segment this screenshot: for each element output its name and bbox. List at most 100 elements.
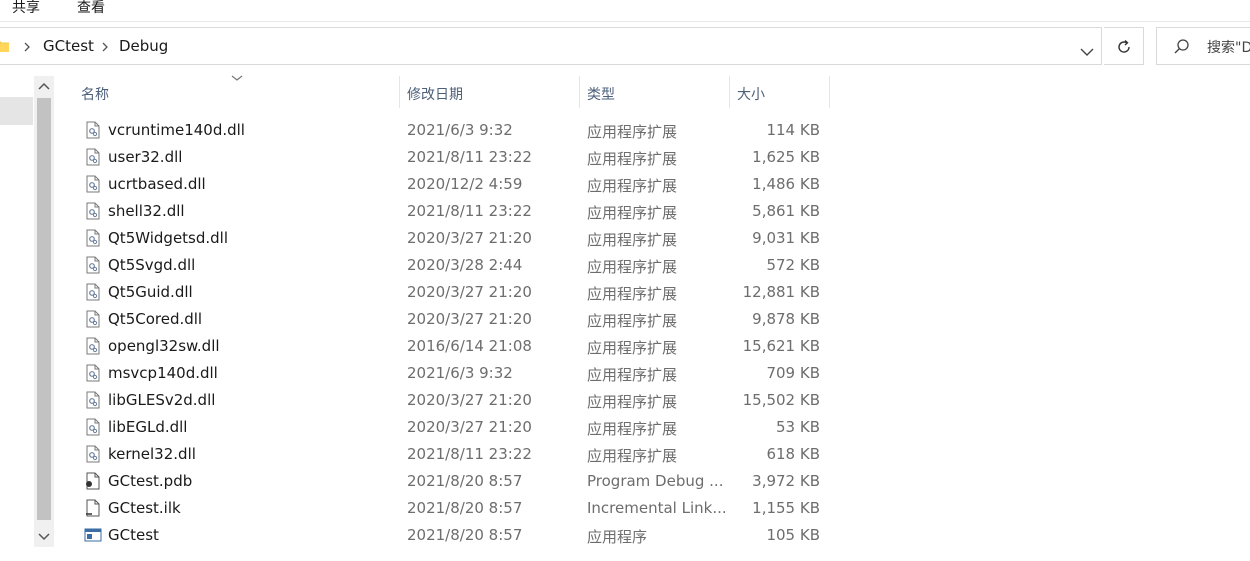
file-name[interactable]: opengl32sw.dll	[108, 337, 220, 355]
file-date: 2020/3/27 21:20	[407, 310, 532, 328]
file-date: 2020/3/27 21:20	[407, 391, 532, 409]
file-row[interactable]: msvcp140d.dll 2021/6/3 9:32 应用程序扩展 709 KB	[54, 360, 1250, 387]
file-size: 114 KB	[766, 121, 820, 139]
file-row[interactable]: vcruntime140d.dll 2021/6/3 9:32 应用程序扩展 114 …	[54, 117, 1250, 144]
file-size: 53 KB	[776, 418, 820, 436]
file-size: 572 KB	[766, 256, 820, 274]
chevron-right-icon[interactable]	[101, 41, 109, 53]
column-header-row: 名称 修改日期 类型 大小	[54, 75, 1250, 108]
file-row[interactable]: Qt5Cored.dll 2020/3/27 21:20 应用程序扩展 9,878 K…	[54, 306, 1250, 333]
file-date: 2021/8/20 8:57	[407, 499, 523, 517]
file-date: 2020/3/27 21:20	[407, 283, 532, 301]
column-divider[interactable]	[729, 76, 730, 108]
file-date: 2021/6/3 9:32	[407, 364, 513, 382]
file-row[interactable]: Qt5Svgd.dll 2020/3/28 2:44 应用程序扩展 572 KB	[54, 252, 1250, 279]
file-type: 应用程序扩展	[587, 177, 678, 195]
file-size: 12,881 KB	[742, 283, 820, 301]
navigation-pane[interactable]	[0, 76, 36, 561]
scrollbar-thumb[interactable]	[37, 98, 51, 520]
file-row[interactable]: shell32.dll 2021/8/11 23:22 应用程序扩展 5,861 KB	[54, 198, 1250, 225]
file-name[interactable]: msvcp140d.dll	[108, 364, 218, 382]
file-type: 应用程序扩展	[587, 420, 678, 438]
exe-file-icon	[84, 526, 102, 544]
file-date: 2016/6/14 21:08	[407, 337, 532, 355]
file-type: 应用程序扩展	[587, 366, 678, 384]
tab-share[interactable]: 共享	[12, 0, 40, 17]
file-name[interactable]: kernel32.dll	[108, 445, 196, 463]
tab-view[interactable]: 查看	[77, 0, 105, 17]
column-type[interactable]: 类型	[587, 76, 729, 108]
file-row[interactable]: Qt5Guid.dll 2020/3/27 21:20 应用程序扩展 12,881 K…	[54, 279, 1250, 306]
file-name[interactable]: Qt5Cored.dll	[108, 310, 202, 328]
file-type: 应用程序扩展	[587, 204, 678, 222]
file-type: 应用程序扩展	[587, 150, 678, 168]
chevron-right-icon[interactable]	[23, 41, 31, 53]
generic-file-icon	[84, 499, 102, 517]
file-row[interactable]: kernel32.dll 2021/8/11 23:22 应用程序扩展 618 KB	[54, 441, 1250, 468]
file-size: 1,625 KB	[752, 148, 820, 166]
file-name[interactable]: shell32.dll	[108, 202, 185, 220]
dll-file-icon	[84, 256, 102, 274]
address-bar[interactable]: GCtest Debug	[0, 27, 1102, 65]
dll-file-icon	[84, 445, 102, 463]
dll-file-icon	[84, 418, 102, 436]
column-divider[interactable]	[829, 76, 830, 108]
file-type: 应用程序扩展	[587, 339, 678, 357]
file-name[interactable]: GCtest	[108, 526, 159, 544]
file-row[interactable]: ucrtbased.dll 2020/12/2 4:59 应用程序扩展 1,486 K…	[54, 171, 1250, 198]
dll-file-icon	[84, 175, 102, 193]
file-row[interactable]: GCtest.ilk 2021/8/20 8:57 Incremental Link…	[54, 495, 1250, 522]
dll-file-icon	[84, 202, 102, 220]
breadcrumb-gctest[interactable]: GCtest	[43, 37, 94, 55]
scroll-up-icon[interactable]	[34, 76, 54, 98]
file-name[interactable]: vcruntime140d.dll	[108, 121, 245, 139]
file-date: 2021/8/20 8:57	[407, 472, 523, 490]
file-date: 2020/3/27 21:20	[407, 418, 532, 436]
dll-file-icon	[84, 364, 102, 382]
file-size: 3,972 KB	[752, 472, 820, 490]
file-name[interactable]: user32.dll	[108, 148, 182, 166]
file-name[interactable]: GCtest.ilk	[108, 499, 181, 517]
search-placeholder: 搜索"D	[1207, 40, 1250, 56]
breadcrumb-debug[interactable]: Debug	[119, 37, 168, 55]
file-type: 应用程序扩展	[587, 123, 678, 141]
search-input[interactable]: 搜索"D	[1156, 27, 1250, 65]
column-divider[interactable]	[399, 76, 400, 108]
file-name[interactable]: Qt5Widgetsd.dll	[108, 229, 228, 247]
file-name[interactable]: libGLESv2d.dll	[108, 391, 215, 409]
nav-scrollbar[interactable]	[34, 76, 54, 547]
dll-file-icon	[84, 148, 102, 166]
file-row[interactable]: user32.dll 2021/8/11 23:22 应用程序扩展 1,625 KB	[54, 144, 1250, 171]
file-size: 9,878 KB	[752, 310, 820, 328]
nav-selected-item[interactable]	[0, 97, 33, 125]
file-type: 应用程序扩展	[587, 231, 678, 249]
file-row[interactable]: libGLESv2d.dll 2020/3/27 21:20 应用程序扩展 15,50…	[54, 387, 1250, 414]
chevron-down-icon[interactable]	[1074, 34, 1100, 70]
file-name[interactable]: Qt5Svgd.dll	[108, 256, 195, 274]
file-type: 应用程序扩展	[587, 312, 678, 330]
file-type: 应用程序扩展	[587, 258, 678, 276]
column-date[interactable]: 修改日期	[407, 76, 579, 108]
refresh-button[interactable]	[1104, 27, 1144, 65]
column-name[interactable]: 名称	[81, 76, 399, 108]
address-row: GCtest Debug 搜索"D	[0, 22, 1250, 70]
file-name[interactable]: GCtest.pdb	[108, 472, 192, 490]
file-type: Incremental Link...	[587, 499, 727, 517]
file-row[interactable]: opengl32sw.dll 2016/6/14 21:08 应用程序扩展 15,62…	[54, 333, 1250, 360]
file-size: 15,502 KB	[742, 391, 820, 409]
file-row[interactable]: Qt5Widgetsd.dll 2020/3/27 21:20 应用程序扩展 9,03…	[54, 225, 1250, 252]
column-divider[interactable]	[579, 76, 580, 108]
file-name[interactable]: ucrtbased.dll	[108, 175, 206, 193]
file-date: 2021/8/11 23:22	[407, 202, 532, 220]
file-row[interactable]: GCtest 2021/8/20 8:57 应用程序 105 KB	[54, 522, 1250, 549]
file-name[interactable]: libEGLd.dll	[108, 418, 187, 436]
file-name[interactable]: Qt5Guid.dll	[108, 283, 193, 301]
file-date: 2021/6/3 9:32	[407, 121, 513, 139]
scroll-down-icon[interactable]	[34, 525, 54, 547]
file-row[interactable]: libEGLd.dll 2020/3/27 21:20 应用程序扩展 53 KB	[54, 414, 1250, 441]
file-date: 2021/8/11 23:22	[407, 148, 532, 166]
column-size[interactable]: 大小	[737, 76, 829, 108]
dll-file-icon	[84, 283, 102, 301]
file-size: 105 KB	[766, 526, 820, 544]
file-row[interactable]: GCtest.pdb 2021/8/20 8:57 Program Debug ..…	[54, 468, 1250, 495]
